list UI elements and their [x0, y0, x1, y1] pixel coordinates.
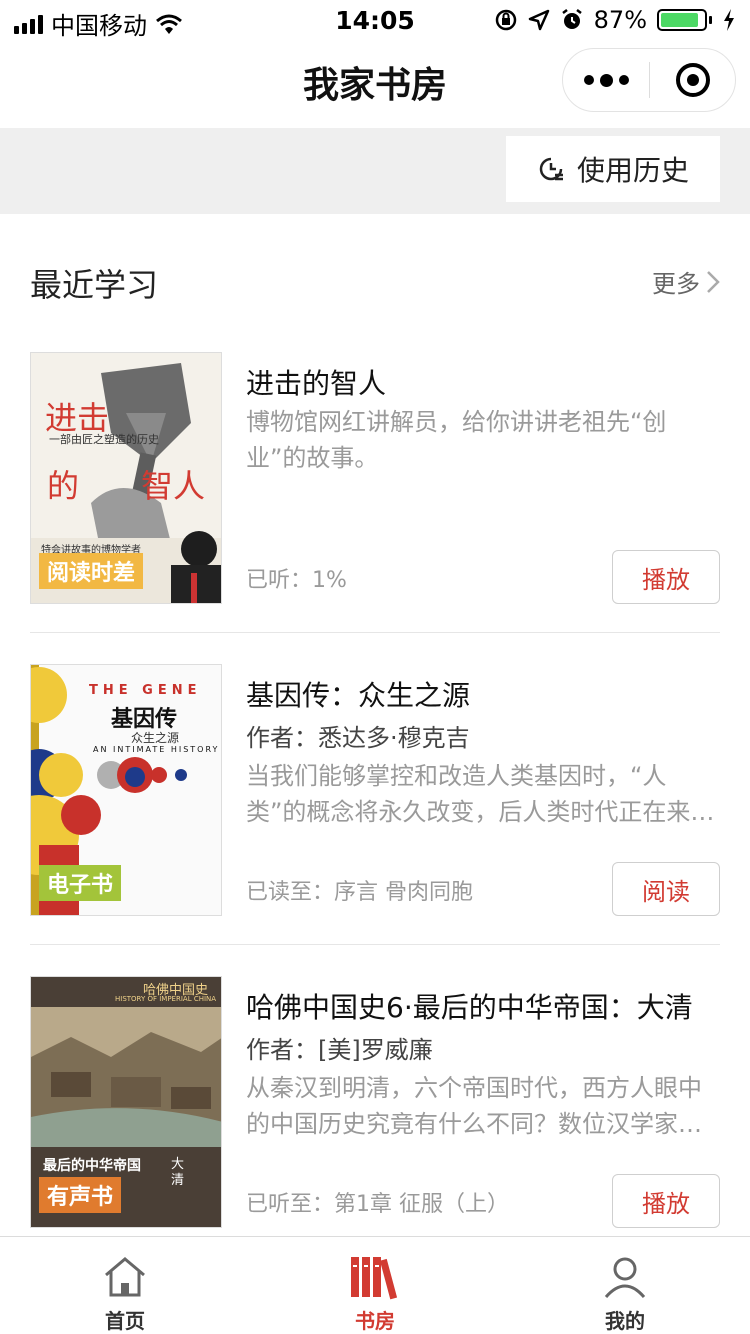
target-icon — [675, 63, 710, 97]
tab-mine-label: 我的 — [605, 1309, 645, 1333]
cover-side-title: 大清 — [171, 1157, 185, 1188]
play-button[interactable]: 播放 — [612, 1174, 720, 1228]
tab-bar: 首页 书房 我的 — [0, 1236, 750, 1334]
read-button[interactable]: 阅读 — [612, 862, 720, 916]
cover-title-2: 的 — [47, 467, 80, 505]
nav-bar: 我家书房 — [0, 40, 750, 128]
alarm-icon — [561, 9, 582, 29]
cover-tag: 阅读时差 — [39, 553, 144, 589]
book-author: 作者：悉达多·穆克吉 — [246, 724, 470, 752]
book-author: 作者：[美]罗威廉 — [246, 1036, 433, 1064]
usage-history-button[interactable]: 使用历史 — [506, 136, 720, 202]
charging-icon — [724, 9, 734, 31]
recent-learning-header: 最近学习 更多 — [30, 256, 720, 306]
more-dots-icon — [583, 75, 594, 85]
home-icon — [105, 1257, 145, 1297]
divider — [30, 944, 720, 945]
book-item[interactable]: 进击 一部由匠之塑造的历史 的 智人 特会讲故事的博物学者 阅读时差 进击的智人… — [30, 352, 720, 606]
status-bar: 中国移动 14:05 87% — [0, 0, 750, 40]
tab-bookshelf[interactable]: 书房 — [250, 1237, 500, 1334]
book-progress: 已听：1% — [246, 568, 347, 593]
cover-title-3: 智人 — [141, 467, 206, 505]
cover-tag: 有声书 — [39, 1177, 122, 1213]
book-title: 基因传：众生之源 — [246, 679, 471, 712]
more-menu-button[interactable] — [563, 49, 649, 111]
mini-program-capsule — [562, 48, 736, 112]
book-title: 进击的智人 — [246, 367, 387, 400]
book-cover[interactable]: 进击 一部由匠之塑造的历史 的 智人 特会讲故事的博物学者 阅读时差 — [30, 352, 222, 604]
cover-cn-subtitle: 众生之源 — [131, 731, 180, 745]
cover-en-title: THE GENE — [89, 683, 202, 698]
tab-home[interactable]: 首页 — [0, 1237, 250, 1334]
book-title: 哈佛中国史6·最后的中华帝国：大清 — [246, 991, 693, 1024]
chevron-right-icon — [707, 270, 720, 293]
play-button[interactable]: 播放 — [612, 550, 720, 604]
status-bar-right: 87% — [494, 6, 736, 34]
cover-subtitle: 一部由匠之塑造的历史 — [49, 433, 159, 446]
cover-en-subtitle: AN INTIMATE HISTORY — [93, 745, 220, 754]
divider — [30, 632, 720, 633]
book-description: 博物馆网红讲解员，给你讲讲老祖先“创业”的故事。 — [246, 408, 667, 472]
book-cover[interactable]: THE GENE 基因传 众生之源 AN INTIMATE HISTORY 电子… — [30, 664, 222, 916]
location-icon — [528, 9, 549, 31]
cover-tag: 电子书 — [39, 865, 122, 901]
book-item[interactable]: 哈佛中国史 HISTORY OF IMPERIAL CHINA 最后的中华帝国 … — [30, 976, 720, 1230]
history-strip: 使用历史 — [0, 128, 750, 214]
history-clock-icon — [539, 157, 563, 181]
rotation-lock-icon — [495, 9, 516, 31]
battery-percent: 87% — [593, 6, 647, 34]
book-progress: 已听至：第1章 征服（上） — [246, 1192, 509, 1217]
cover-series-en: HISTORY OF IMPERIAL CHINA — [115, 995, 217, 1003]
bookshelf-icon — [351, 1257, 398, 1300]
cover-main-title: 最后的中华帝国 — [43, 1158, 141, 1174]
tab-mine[interactable]: 我的 — [500, 1237, 750, 1334]
book-item[interactable]: THE GENE 基因传 众生之源 AN INTIMATE HISTORY 电子… — [30, 664, 720, 918]
tab-home-label: 首页 — [105, 1309, 145, 1333]
tab-bookshelf-label: 书房 — [355, 1309, 395, 1333]
section-title: 最近学习 — [30, 266, 159, 304]
book-description: 从秦汉到明清，六个帝国时代，西方人眼中的中国历史究竟有什么不同？数位汉学家… — [246, 1074, 702, 1138]
close-mini-program-button[interactable] — [650, 49, 735, 111]
more-link[interactable]: 更多 — [652, 264, 720, 299]
book-cover[interactable]: 哈佛中国史 HISTORY OF IMPERIAL CHINA 最后的中华帝国 … — [30, 976, 222, 1228]
more-label: 更多 — [652, 270, 700, 298]
book-description: 当我们能够掌控和改造人类基因时，“人类”的概念将永久改变，后人类时代正在来… — [246, 762, 715, 826]
battery-icon — [657, 9, 712, 31]
user-icon — [604, 1257, 646, 1299]
usage-history-label: 使用历史 — [576, 154, 689, 187]
book-progress: 已读至：序言 骨肉同胞 — [246, 880, 473, 905]
